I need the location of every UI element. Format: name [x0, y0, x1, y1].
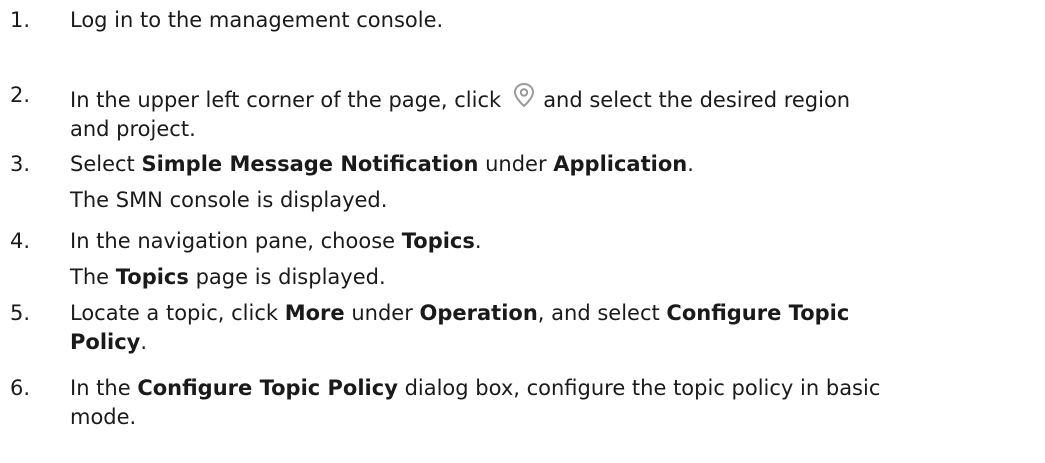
step-body: In the upper left corner of the page, cl… — [70, 81, 1030, 144]
text-run: dialog box, configure the topic policy i… — [397, 376, 881, 400]
step-body: In the navigation pane, choose Topics. T… — [70, 227, 1030, 292]
location-pin-icon — [511, 81, 537, 109]
step-number: 3. — [10, 152, 31, 176]
step-number: 2. — [10, 83, 31, 107]
step-text: In the upper left corner of the page, cl… — [70, 88, 502, 112]
step-text-line-2: and project. — [70, 117, 196, 141]
step-body: In the Configure Topic Policy dialog box… — [70, 374, 1030, 432]
step-number: 1. — [10, 8, 31, 32]
ui-term: Application — [553, 152, 688, 176]
text-run: page is displayed. — [188, 265, 386, 289]
step-number: 5. — [10, 301, 31, 325]
ui-term: Operation — [419, 301, 538, 325]
text-run: The — [70, 265, 116, 289]
step-text-line-1: Locate a topic, click More under Operati… — [70, 299, 1030, 328]
step-text-line-2: Policy. — [70, 328, 1030, 357]
step-number: 6. — [10, 376, 31, 400]
step-text: Select Simple Message Notification under… — [70, 150, 1030, 179]
procedure-steps: 1. Log in to the management console. 2. … — [0, 0, 1045, 463]
text-run: . — [687, 152, 694, 176]
text-run: under — [478, 152, 554, 176]
step-text: In the navigation pane, choose Topics. — [70, 227, 1030, 256]
step-number: 4. — [10, 229, 31, 253]
step-result: The Topics page is displayed. — [70, 263, 1030, 292]
step-text-line-1: In the Configure Topic Policy dialog box… — [70, 374, 1030, 403]
ui-term: Configure Topic — [666, 301, 850, 325]
step-body: Log in to the management console. — [70, 6, 1030, 35]
ui-term: Topics — [401, 229, 475, 253]
ui-term: Policy — [70, 330, 141, 354]
text-run: In the navigation pane, choose — [70, 229, 402, 253]
text-run: Locate a topic, click — [70, 301, 285, 325]
step-result: The SMN console is displayed. — [70, 188, 388, 212]
ui-term: More — [284, 301, 345, 325]
ui-term: Topics — [115, 265, 189, 289]
text-run: , and select — [537, 301, 667, 325]
ui-term: Simple Message Notification — [141, 152, 479, 176]
step-text-line-1: In the upper left corner of the page, cl… — [70, 81, 1030, 115]
text-run: In the — [70, 376, 138, 400]
step-body: Locate a topic, click More under Operati… — [70, 299, 1030, 357]
text-run: under — [344, 301, 420, 325]
step-body: Select Simple Message Notification under… — [70, 150, 1030, 215]
ui-term: Configure Topic Policy — [137, 376, 398, 400]
step-text-line-2: mode. — [70, 405, 137, 429]
step-text: Log in to the management console. — [70, 8, 444, 32]
text-run: . — [140, 330, 148, 354]
text-run: Select — [70, 152, 142, 176]
step-text: and select the desired region — [543, 88, 851, 112]
text-run: . — [474, 229, 482, 253]
